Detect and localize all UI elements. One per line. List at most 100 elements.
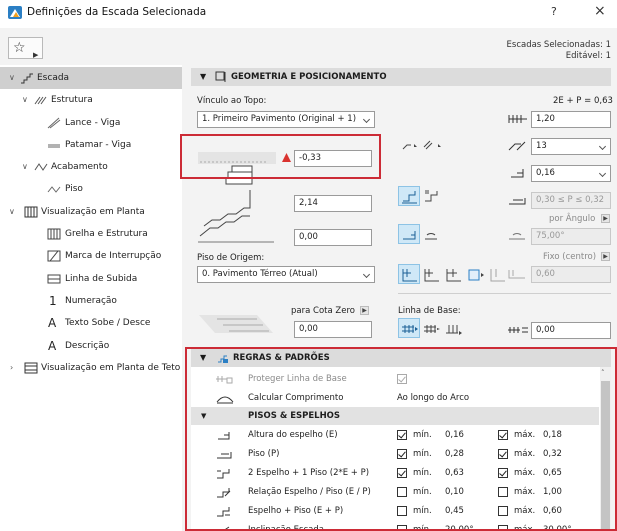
tree-label: Lance - Viga xyxy=(65,118,121,128)
riser-lock-button[interactable] xyxy=(398,186,420,206)
ceiling-plan-icon xyxy=(24,362,38,374)
tree-label: Visualização em Planta de Teto xyxy=(41,363,181,373)
tree-label: Escada xyxy=(37,73,70,83)
tree-item-estrutura[interactable]: ∨ Estrutura xyxy=(0,89,182,111)
chevron-down-icon: ∨ xyxy=(22,162,28,171)
baseline-label: Linha de Base: xyxy=(398,306,461,316)
finish-icon xyxy=(34,163,48,171)
walkline-offset-button[interactable] xyxy=(486,264,508,284)
tree-label: Descrição xyxy=(65,341,110,351)
chevron-right-icon: › xyxy=(10,363,14,372)
geometry-section-header[interactable]: ▼ GEOMETRIA E POSICIONAMENTO xyxy=(191,68,611,86)
stair-type-button[interactable] xyxy=(398,134,420,154)
walkline-left-button[interactable] xyxy=(420,264,442,284)
tree-label: Numeração xyxy=(65,296,117,306)
break-mark-icon xyxy=(47,250,61,262)
top-link-select[interactable]: 1. Primeiro Pavimento (Original + 1) xyxy=(197,111,375,128)
riser-height-select[interactable]: 0,16 xyxy=(531,165,611,182)
floor-plan-icon xyxy=(24,206,38,218)
tree-item-escada[interactable]: ∨ Escada xyxy=(0,67,182,89)
star-icon: ☆ xyxy=(13,40,26,56)
walkline-right-button[interactable] xyxy=(442,264,464,284)
angle-icon xyxy=(509,233,525,240)
tree-item-numeracao[interactable]: 1 Numeração xyxy=(0,290,182,312)
tree-item-acabamento[interactable]: ∨ Acabamento xyxy=(0,156,182,178)
tree-label: Linha de Subida xyxy=(65,274,138,284)
fixed-center-label: Fixo (centro) xyxy=(543,252,597,262)
chevron-down-icon: ∨ xyxy=(9,73,15,82)
tree-item-piso[interactable]: Piso xyxy=(0,178,182,200)
baseline-offset-icon xyxy=(508,327,528,333)
tread-range-input[interactable]: 0,30 ≤ P ≤ 0,32 xyxy=(531,192,611,209)
by-angle-toggle-button[interactable]: ▶ xyxy=(601,214,610,223)
walkline-more-button[interactable] xyxy=(464,264,486,284)
tread-icon xyxy=(47,186,61,193)
editable-count: Editável: 1 xyxy=(565,51,611,61)
baseline-right-button[interactable] xyxy=(442,318,464,338)
riser-type-button[interactable] xyxy=(420,134,444,154)
zero-level-diagram-icon xyxy=(199,315,273,333)
flight-beam-icon xyxy=(47,117,61,129)
width-input[interactable]: 1,20 xyxy=(531,111,611,128)
walkline-offset-input[interactable]: 0,60 xyxy=(531,266,611,283)
landing-lock-button[interactable] xyxy=(398,224,420,244)
tree-item-visualizacao-planta[interactable]: ∨ Visualização em Planta xyxy=(0,201,182,223)
zero-toggle-button[interactable]: ▶ xyxy=(360,306,369,315)
collapse-icon: ▼ xyxy=(200,72,207,81)
walkline-offset-icon xyxy=(508,270,525,279)
tread-depth-icon xyxy=(509,198,526,205)
angle-input[interactable]: 75,00° xyxy=(531,228,611,245)
riser-height-icon xyxy=(511,169,524,178)
stair-settings-dialog: Definições da Escada Selecionada ? × ☆ ▶ … xyxy=(0,0,617,531)
riser-count-select[interactable]: 13 xyxy=(531,138,611,155)
tree-label: Visualização em Planta xyxy=(41,207,145,217)
tree-label: Acabamento xyxy=(51,162,108,172)
tree-label: Patamar - Viga xyxy=(65,140,132,150)
tree-item-linha-subida[interactable]: Linha de Subida xyxy=(0,268,182,290)
origin-label: Piso de Origem: xyxy=(197,253,265,263)
fixed-center-toggle-button[interactable]: ▶ xyxy=(601,252,610,261)
tree-label: Estrutura xyxy=(51,95,93,105)
selection-info: Escadas Selecionadas: 1 Editável: 1 xyxy=(507,40,611,62)
tree-label: Marca de Interrupção xyxy=(65,251,162,261)
label-icon: A xyxy=(48,339,57,353)
chevron-down-icon: ∨ xyxy=(9,207,15,216)
highlight-box-top xyxy=(180,134,381,179)
section-title: GEOMETRIA E POSICIONAMENTO xyxy=(231,72,387,82)
tread-lock-button[interactable] xyxy=(420,186,442,206)
height-input[interactable]: 2,14 xyxy=(294,195,372,212)
by-angle-label: por Ângulo xyxy=(549,214,596,224)
zero-label: para Cota Zero xyxy=(291,306,355,316)
grid-icon xyxy=(47,228,61,240)
tree-item-texto[interactable]: A Texto Sobe / Desce xyxy=(0,312,182,334)
geometry-icon xyxy=(215,71,226,82)
baseline-left-button[interactable] xyxy=(398,318,420,338)
walkline-center-button[interactable] xyxy=(398,264,420,284)
help-button[interactable]: ? xyxy=(551,5,557,18)
tree-item-grelha[interactable]: Grelha e Estrutura xyxy=(0,223,182,245)
angle-lock-button[interactable] xyxy=(420,224,442,244)
favorites-button[interactable]: ☆ ▶ xyxy=(8,37,43,59)
zero-input[interactable]: 0,00 xyxy=(294,321,372,338)
tree-label: Texto Sobe / Desce xyxy=(65,318,151,328)
tree-item-patamar-viga[interactable]: Patamar - Viga xyxy=(0,134,182,156)
chevron-down-icon: ∨ xyxy=(22,95,28,104)
top-link-label: Vínculo ao Topo: xyxy=(197,96,267,106)
structure-icon xyxy=(34,96,47,105)
formula-label: 2E + P = 0,63 xyxy=(553,96,613,106)
highlight-box-rules xyxy=(185,347,617,531)
baseline-center-button[interactable] xyxy=(420,318,442,338)
tree-item-descricao[interactable]: A Descrição xyxy=(0,335,182,357)
tree-item-planta-teto[interactable]: › Visualização em Planta de Teto xyxy=(0,357,182,379)
tree-item-marca[interactable]: Marca de Interrupção xyxy=(0,245,182,267)
tree-item-lance-viga[interactable]: Lance - Viga xyxy=(0,112,182,134)
riser-count-icon xyxy=(508,141,526,151)
close-button[interactable]: × xyxy=(594,3,606,19)
tree-label: Grelha e Estrutura xyxy=(65,229,148,239)
origin-select[interactable]: 0. Pavimento Térreo (Atual) xyxy=(197,266,375,283)
window-title: Definições da Escada Selecionada xyxy=(27,6,207,18)
text-icon: A xyxy=(48,316,57,330)
baseline-offset-input[interactable]: 0,00 xyxy=(531,322,611,339)
app-icon xyxy=(8,6,22,19)
base-offset-input[interactable]: 0,00 xyxy=(294,229,372,246)
